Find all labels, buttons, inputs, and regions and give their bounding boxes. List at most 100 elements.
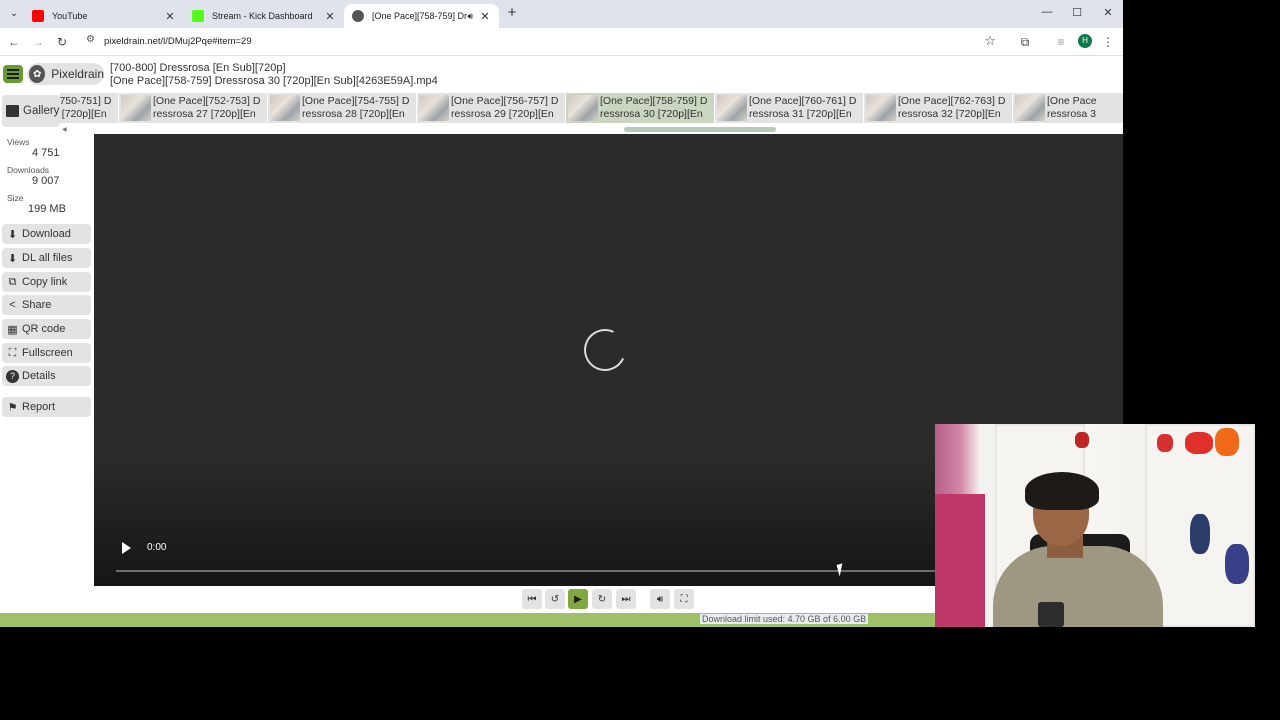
gallery-icon xyxy=(6,105,19,117)
share-label: Share xyxy=(22,299,52,311)
scrollbar-thumb[interactable] xyxy=(624,127,776,132)
next-icon[interactable]: ⏭ xyxy=(616,589,636,609)
seek-bar[interactable] xyxy=(116,570,956,572)
thumbnail-image xyxy=(121,95,151,121)
thumbnail-title: [One Pace][758-759] Dressrosa 30 [720p][… xyxy=(600,95,714,121)
thumbnail-title-line1: [One Pace][760-761] D xyxy=(749,95,857,107)
more-menu-icon[interactable]: ⋮ xyxy=(1100,34,1116,50)
reload-icon[interactable]: ↻ xyxy=(54,34,70,50)
site-info-icon[interactable]: ⚙︎ xyxy=(86,34,95,45)
thumbnail-title-line1: [One Pace][756-757] D xyxy=(451,95,559,107)
forward-icon[interactable]: → xyxy=(30,34,46,50)
minimize-icon[interactable]: — xyxy=(1040,6,1054,18)
thumbnail-title: [One Pace][756-757] Dressrosa 29 [720p][… xyxy=(451,95,565,121)
close-icon[interactable]: ✕ xyxy=(324,10,336,23)
webcam-toy xyxy=(1075,432,1089,448)
reading-list-icon[interactable]: ≡ xyxy=(1053,34,1069,50)
profile-avatar[interactable]: H xyxy=(1078,34,1092,48)
flag-icon: ⚑ xyxy=(7,401,18,414)
new-tab-icon[interactable]: + xyxy=(504,5,520,21)
webcam-toy xyxy=(1190,514,1210,554)
thumbnail-item[interactable]: [One Pace][756-757] Dressrosa 29 [720p][… xyxy=(417,93,566,123)
thumbnail-title-line2: ressrosa 26 [720p][En xyxy=(60,108,107,120)
dl-all-label: DL all files xyxy=(22,252,73,264)
tab-title: [One Pace][758-759] Dress xyxy=(372,11,468,21)
tab-kick[interactable]: Stream - Kick Dashboard ✕ xyxy=(184,4,344,28)
forward-icon[interactable]: ↻ xyxy=(592,589,612,609)
extensions-icon[interactable]: ⧉ xyxy=(1017,34,1033,50)
download-button[interactable]: ⬇︎ Download xyxy=(2,224,91,244)
thumbnail-title-line2: ressrosa 30 [720p][En xyxy=(600,108,703,120)
fullscreen-toggle-icon[interactable]: ⛶ xyxy=(674,589,694,609)
loading-spinner-icon xyxy=(578,323,632,377)
fullscreen-label: Fullscreen xyxy=(22,347,73,359)
qr-code-button[interactable]: ▦ QR code xyxy=(2,319,91,339)
size-value: 199 MB xyxy=(28,203,66,215)
thumbnail-title-line2: ressrosa 32 [720p][En xyxy=(898,108,1001,120)
speaker-icon[interactable]: 🔊︎ xyxy=(467,11,473,22)
sidebar: Views 4 751 Downloads 9 007 Size 199 MB … xyxy=(0,135,93,627)
qr-code-label: QR code xyxy=(22,323,66,335)
rewind-icon[interactable]: ↺ xyxy=(545,589,565,609)
tab-youtube[interactable]: YouTube ✕ xyxy=(24,4,184,28)
maximize-icon[interactable]: ☐ xyxy=(1070,6,1084,19)
scroll-left-icon[interactable]: ◀ xyxy=(62,126,67,133)
kick-icon xyxy=(192,10,204,22)
copy-link-button[interactable]: ⧉ Copy link xyxy=(2,272,91,292)
downloads-label: Downloads xyxy=(7,165,50,175)
fullscreen-button[interactable]: ⛶ Fullscreen xyxy=(2,343,91,363)
thumbnail-title: [One Pace ressrosa 3 xyxy=(1047,95,1123,121)
page-header: ✿ Pixeldrain [700-800] Dressrosa [En Sub… xyxy=(0,57,1123,92)
webcam-person-body xyxy=(993,546,1163,627)
views-value: 4 751 xyxy=(32,147,60,159)
fullscreen-icon: ⛶ xyxy=(8,346,17,359)
previous-icon[interactable]: ⏮ xyxy=(522,589,542,609)
thumbnail-item[interactable]: [One Pace ressrosa 3 xyxy=(1013,93,1123,123)
tab-title: Stream - Kick Dashboard xyxy=(212,11,313,21)
download-all-icon: ⬇︎ xyxy=(7,252,18,265)
tab-search-icon[interactable]: ⌄ xyxy=(6,6,22,22)
close-window-icon[interactable]: ✕ xyxy=(1101,6,1115,19)
play-button[interactable]: ▶ xyxy=(568,589,588,609)
bookmark-star-icon[interactable]: ☆ xyxy=(984,33,996,49)
close-icon[interactable]: ✕ xyxy=(479,10,491,23)
back-icon[interactable]: ← xyxy=(6,34,22,50)
details-button[interactable]: ? Details xyxy=(2,366,91,386)
thumbnail-title: [One Pace][752-753] Dressrosa 27 [720p][… xyxy=(153,95,267,121)
play-icon[interactable] xyxy=(122,542,131,554)
thumbnail-title: [One Pace][762-763] Dressrosa 32 [720p][… xyxy=(898,95,1012,121)
volume-icon[interactable]: 🔊︎ xyxy=(650,589,670,609)
share-button[interactable]: < Share xyxy=(2,295,91,315)
webcam-microphone xyxy=(1038,602,1064,627)
thumbnail-item[interactable]: [One Pace][760-761] Dressrosa 31 [720p][… xyxy=(715,93,864,123)
thumbnail-image xyxy=(270,95,300,121)
thumbnail-item[interactable]: [One Pace][758-759] Dressrosa 30 [720p][… xyxy=(566,93,715,123)
youtube-icon xyxy=(32,10,44,22)
thumbnail-image xyxy=(1015,95,1045,121)
thumbnail-title-line2: ressrosa 31 [720p][En xyxy=(749,108,852,120)
details-label: Details xyxy=(22,370,56,382)
thumbnail-item[interactable]: [One Pace][752-753] Dressrosa 27 [720p][… xyxy=(119,93,268,123)
url-text: pixeldrain.net/l/DMuj2Pqe#item=29 xyxy=(104,36,252,47)
pixeldrain-home-button[interactable]: ✿ Pixeldrain xyxy=(27,63,104,85)
thumbnail-title: [One Pace][760-761] Dressrosa 31 [720p][… xyxy=(749,95,863,121)
webcam-toy xyxy=(1225,544,1249,584)
copy-link-label: Copy link xyxy=(22,276,68,288)
thumbnail-item[interactable]: [One Pace][750-751] Dressrosa 26 [720p][… xyxy=(60,93,119,123)
webcam-toy xyxy=(1215,428,1239,456)
thumbnail-scrollbar[interactable]: ◀ xyxy=(60,126,1123,133)
size-label: Size xyxy=(7,193,24,203)
gallery-button[interactable]: Gallery xyxy=(2,95,60,127)
report-button[interactable]: ⚑ Report xyxy=(2,397,91,417)
close-icon[interactable]: ✕ xyxy=(164,10,176,23)
tab-strip: ⌄ YouTube ✕ Stream - Kick Dashboard ✕ [O… xyxy=(0,0,1123,28)
thumbnail-item[interactable]: [One Pace][762-763] Dressrosa 32 [720p][… xyxy=(864,93,1013,123)
thumbnail-item[interactable]: [One Pace][754-755] Dressrosa 28 [720p][… xyxy=(268,93,417,123)
pixeldrain-icon xyxy=(352,10,364,22)
tab-pixeldrain[interactable]: [One Pace][758-759] Dress 🔊︎ ✕ xyxy=(344,4,499,28)
list-title: [700-800] Dressrosa [En Sub][720p] xyxy=(110,62,286,74)
dl-all-files-button[interactable]: ⬇︎ DL all files xyxy=(2,248,91,268)
thumbnail-strip[interactable]: [One Pace][750-751] Dressrosa 26 [720p][… xyxy=(60,91,1123,127)
menu-hamburger-icon[interactable] xyxy=(3,65,23,83)
address-bar[interactable]: ⚙︎ pixeldrain.net/l/DMuj2Pqe#item=29 ☆ xyxy=(80,31,1010,53)
